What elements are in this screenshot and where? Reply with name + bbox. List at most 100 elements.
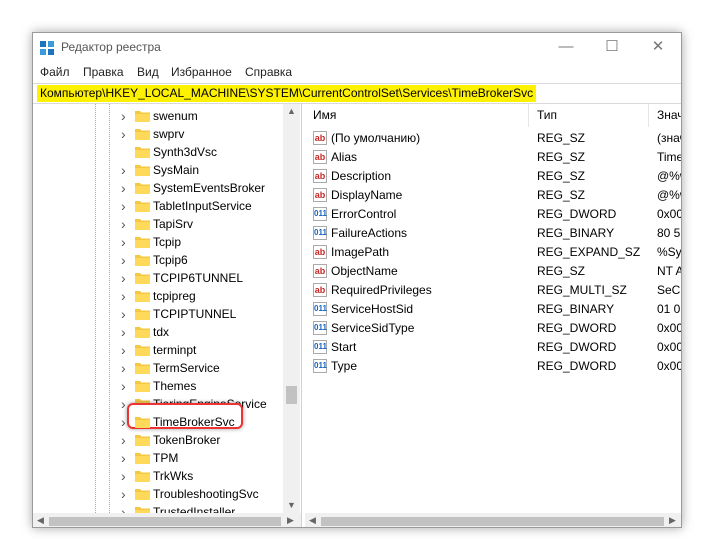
tree-item-label: Tcpip6 bbox=[153, 253, 188, 267]
chevron-right-icon[interactable]: › bbox=[121, 341, 126, 359]
tree-item[interactable]: › tdx bbox=[33, 323, 283, 341]
registry-value-row[interactable]: 011 ServiceHostSid REG_BINARY 01 01 bbox=[305, 300, 681, 319]
value-name: DisplayName bbox=[331, 188, 403, 202]
tree-item-label: terminpt bbox=[153, 343, 197, 357]
scroll-left-icon[interactable]: ◀ bbox=[309, 515, 316, 526]
registry-value-row[interactable]: 011 ServiceSidType REG_DWORD 0x00 bbox=[305, 319, 681, 338]
menu-view[interactable]: Вид bbox=[137, 65, 159, 79]
chevron-right-icon[interactable]: › bbox=[121, 467, 126, 485]
menu-favorites[interactable]: Избранное bbox=[171, 65, 232, 79]
values-horizontal-scrollbar[interactable]: ◀ ▶ bbox=[305, 513, 681, 527]
registry-value-row[interactable]: ab ImagePath REG_EXPAND_SZ %Sys bbox=[305, 243, 681, 262]
chevron-right-icon[interactable]: › bbox=[121, 449, 126, 467]
tree-item[interactable]: › TimeBrokerSvc bbox=[33, 413, 283, 431]
title-bar[interactable]: Редактор реестра — ☐ ✕ bbox=[33, 33, 681, 63]
tree-item[interactable]: › SysMain bbox=[33, 161, 283, 179]
chevron-right-icon[interactable]: › bbox=[121, 215, 126, 233]
value-type: REG_SZ bbox=[537, 188, 586, 202]
address-bar[interactable]: Компьютер\HKEY_LOCAL_MACHINE\SYSTEM\Curr… bbox=[33, 83, 681, 104]
value-type: REG_DWORD bbox=[537, 359, 617, 373]
tree-scroll-thumb[interactable] bbox=[286, 386, 297, 404]
menu-edit[interactable]: Правка bbox=[83, 65, 124, 79]
tree-item[interactable]: › TCPIP6TUNNEL bbox=[33, 269, 283, 287]
menu-file[interactable]: Файл bbox=[40, 65, 70, 79]
minimize-button[interactable]: — bbox=[543, 33, 589, 63]
tree-item[interactable]: Synth3dVsc bbox=[33, 143, 283, 161]
scroll-right-icon[interactable]: ▶ bbox=[669, 515, 676, 526]
registry-tree[interactable]: › swenum › swprv Synth3dVsc › SysMain › SystemEv… bbox=[33, 104, 301, 527]
scroll-right-icon[interactable]: ▶ bbox=[287, 515, 294, 526]
registry-value-row[interactable]: 011 ErrorControl REG_DWORD 0x00 bbox=[305, 205, 681, 224]
registry-value-row[interactable]: ab DisplayName REG_SZ @%w bbox=[305, 186, 681, 205]
tree-item[interactable]: › Themes bbox=[33, 377, 283, 395]
tree-item-label: TabletInputService bbox=[153, 199, 252, 213]
registry-value-row[interactable]: 011 Start REG_DWORD 0x00 bbox=[305, 338, 682, 357]
chevron-right-icon[interactable]: › bbox=[121, 125, 126, 143]
values-hscroll-thumb[interactable] bbox=[321, 517, 664, 526]
chevron-right-icon[interactable]: › bbox=[121, 305, 126, 323]
scroll-down-icon[interactable]: ▼ bbox=[287, 500, 296, 510]
registry-value-row[interactable]: ab ObjectName REG_SZ NT A bbox=[305, 262, 681, 281]
chevron-right-icon[interactable]: › bbox=[121, 251, 126, 269]
column-header-type[interactable]: Тип bbox=[529, 104, 649, 127]
tree-item[interactable]: › terminpt bbox=[33, 341, 283, 359]
chevron-right-icon[interactable]: › bbox=[121, 107, 126, 125]
registry-value-row[interactable]: 011 FailureActions REG_BINARY 80 51 bbox=[305, 224, 681, 243]
scroll-up-icon[interactable]: ▲ bbox=[287, 106, 296, 116]
tree-item-label: SystemEventsBroker bbox=[153, 181, 266, 195]
chevron-right-icon[interactable]: › bbox=[121, 179, 126, 197]
chevron-right-icon[interactable]: › bbox=[121, 287, 126, 305]
tree-horizontal-scrollbar[interactable]: ◀ ▶ bbox=[33, 513, 301, 527]
tree-item[interactable]: › TPM bbox=[33, 449, 283, 467]
chevron-right-icon[interactable]: › bbox=[121, 323, 126, 341]
tree-item[interactable]: › TapiSrv bbox=[33, 215, 283, 233]
registry-value-row[interactable]: 011 Type REG_DWORD 0x00 bbox=[305, 357, 681, 376]
tree-hscroll-thumb[interactable] bbox=[49, 517, 281, 526]
chevron-right-icon[interactable]: › bbox=[121, 269, 126, 287]
chevron-right-icon[interactable]: › bbox=[121, 395, 126, 413]
value-data: 0x00 bbox=[657, 340, 682, 354]
tree-item[interactable]: › Tcpip6 bbox=[33, 251, 283, 269]
tree-item[interactable]: › TrkWks bbox=[33, 467, 283, 485]
tree-item[interactable]: › TabletInputService bbox=[33, 197, 283, 215]
registry-value-row[interactable]: ab RequiredPrivileges REG_MULTI_SZ SeCh bbox=[305, 281, 681, 300]
tree-item[interactable]: › swprv bbox=[33, 125, 283, 143]
chevron-right-icon[interactable]: › bbox=[121, 377, 126, 395]
tree-item[interactable]: › TermService bbox=[33, 359, 283, 377]
values-pane[interactable]: Имя Тип Знач ab (По умолчанию) REG_SZ (знач… bbox=[305, 104, 682, 527]
tree-item[interactable]: › TokenBroker bbox=[33, 431, 283, 449]
value-name: ImagePath bbox=[331, 245, 390, 259]
chevron-right-icon[interactable]: › bbox=[121, 161, 126, 179]
tree-item[interactable]: › SystemEventsBroker bbox=[33, 179, 283, 197]
folder-icon bbox=[135, 417, 150, 428]
tree-item[interactable]: › TCPIPTUNNEL bbox=[33, 305, 283, 323]
tree-vertical-scrollbar[interactable]: ▲ ▼ bbox=[283, 104, 300, 513]
chevron-right-icon[interactable]: › bbox=[121, 233, 126, 251]
folder-icon bbox=[135, 129, 150, 140]
chevron-right-icon[interactable]: › bbox=[121, 359, 126, 377]
value-name: ErrorControl bbox=[331, 207, 397, 221]
scroll-left-icon[interactable]: ◀ bbox=[37, 515, 44, 526]
close-button[interactable]: ✕ bbox=[635, 33, 681, 63]
chevron-right-icon[interactable]: › bbox=[121, 485, 126, 503]
maximize-button[interactable]: ☐ bbox=[589, 33, 635, 63]
value-data: @%w bbox=[657, 188, 681, 202]
registry-value-row[interactable]: ab (По умолчанию) REG_SZ (знач bbox=[305, 129, 681, 148]
chevron-right-icon[interactable]: › bbox=[121, 431, 126, 449]
tree-item[interactable]: › tcpipreg bbox=[33, 287, 283, 305]
registry-value-row[interactable]: ab Description REG_SZ @%w bbox=[305, 167, 681, 186]
tree-item[interactable]: › Tcpip bbox=[33, 233, 283, 251]
menu-help[interactable]: Справка bbox=[245, 65, 292, 79]
binary-value-icon: 011 bbox=[313, 340, 327, 354]
tree-item[interactable]: › swenum bbox=[33, 107, 283, 125]
chevron-right-icon[interactable]: › bbox=[121, 413, 126, 431]
value-type: REG_BINARY bbox=[537, 226, 615, 240]
registry-editor-window: Редактор реестра — ☐ ✕ Файл Правка Вид И… bbox=[32, 32, 682, 528]
value-type: REG_SZ bbox=[537, 169, 586, 183]
column-header-name[interactable]: Имя bbox=[305, 104, 529, 127]
registry-value-row[interactable]: ab Alias REG_SZ Time bbox=[305, 148, 681, 167]
tree-item[interactable]: › TroubleshootingSvc bbox=[33, 485, 283, 503]
column-header-data[interactable]: Знач bbox=[649, 104, 681, 127]
chevron-right-icon[interactable]: › bbox=[121, 197, 126, 215]
address-path[interactable]: Компьютер\HKEY_LOCAL_MACHINE\SYSTEM\Curr… bbox=[37, 85, 537, 102]
